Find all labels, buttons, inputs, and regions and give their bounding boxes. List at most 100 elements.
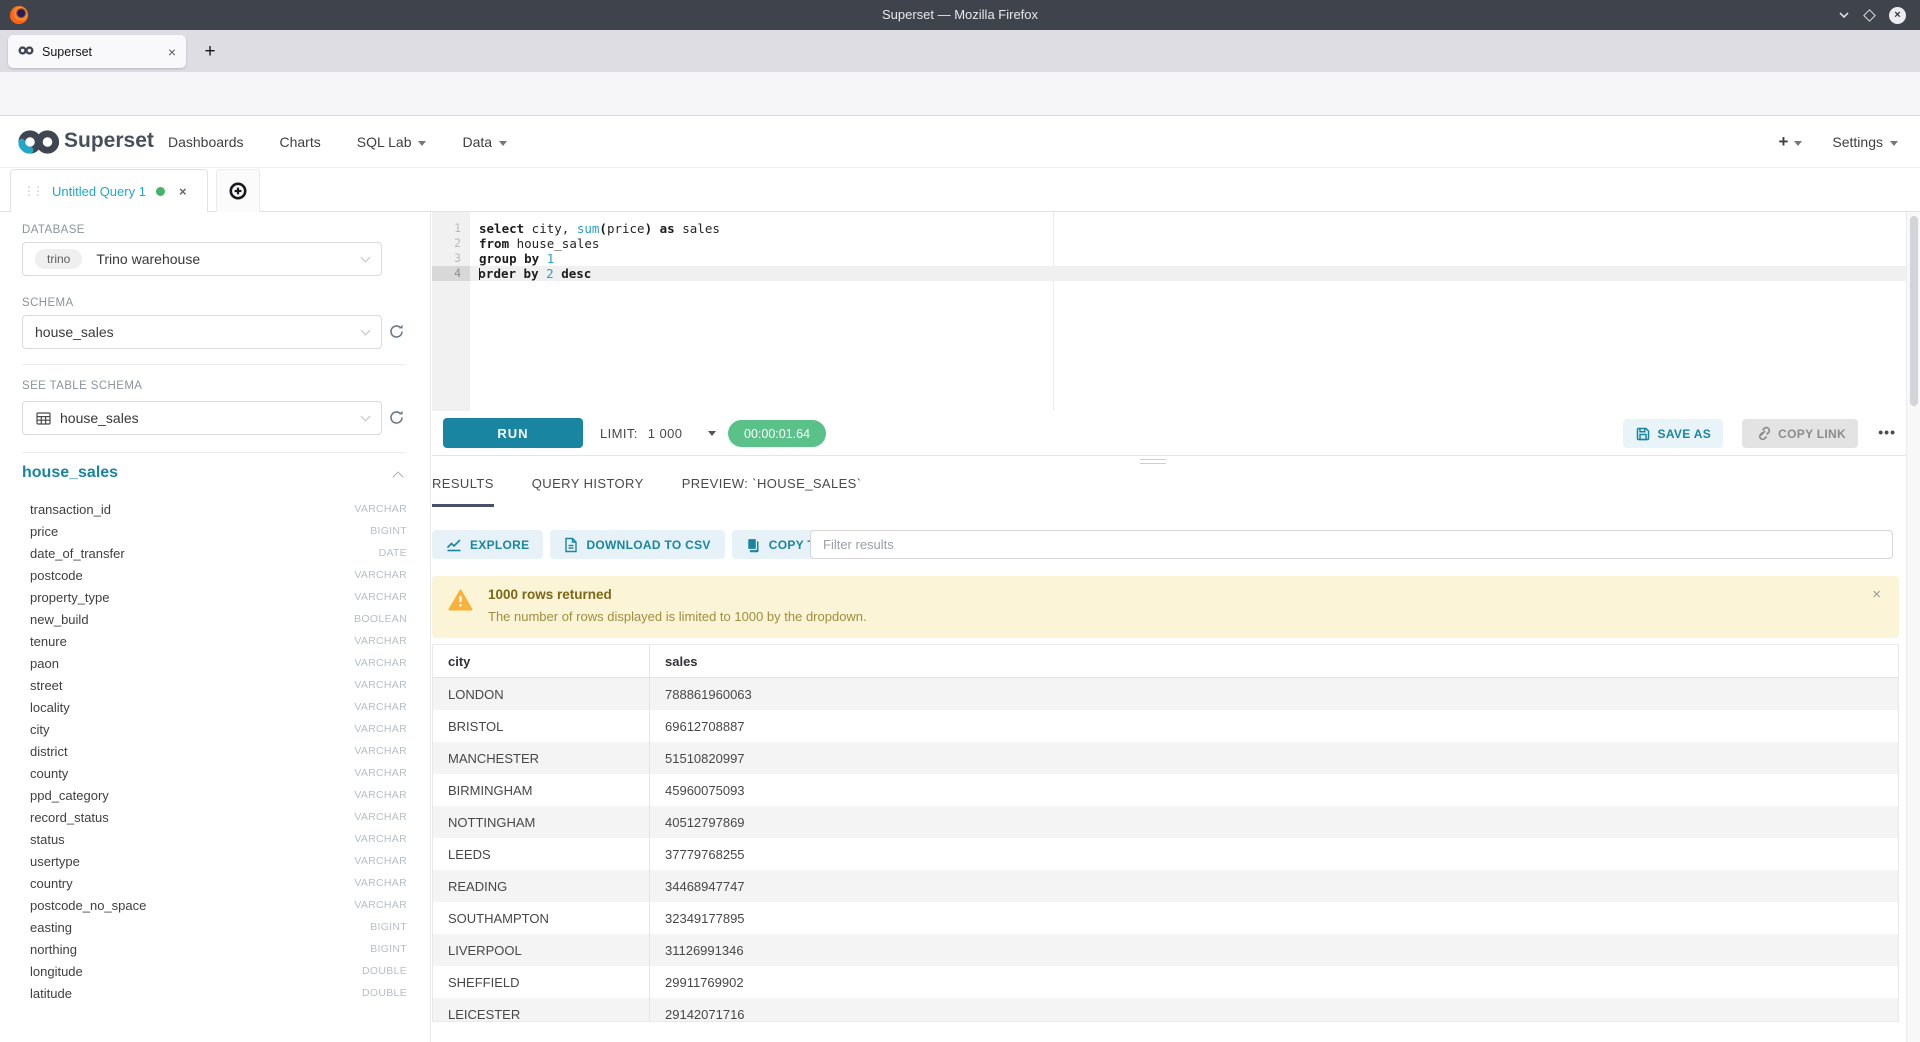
column-type: DATE — [379, 547, 407, 559]
cell-city: BIRMINGHAM — [433, 774, 650, 806]
schema-sidebar: DATABASE trino Trino warehouse SCHEMA ho… — [0, 212, 431, 1042]
table-column-row: district VARCHAR — [22, 740, 407, 762]
scrollbar-thumb[interactable] — [1910, 216, 1918, 406]
table-column-row: northing BIGINT — [22, 938, 407, 960]
query-tab-close-icon[interactable]: × — [179, 184, 187, 199]
table-column-row: usertype VARCHAR — [22, 850, 407, 872]
column-type: BOOLEAN — [354, 613, 407, 625]
download-csv-button[interactable]: DOWNLOAD TO CSV — [550, 530, 724, 559]
col-header-sales[interactable]: sales — [650, 645, 1898, 677]
schema-select[interactable]: house_sales — [22, 315, 382, 349]
chevron-down-icon — [361, 325, 371, 335]
database-select[interactable]: trino Trino warehouse — [22, 242, 382, 276]
column-type: VARCHAR — [354, 569, 407, 581]
filter-results-input[interactable] — [810, 530, 1893, 559]
table-column-row: locality VARCHAR — [22, 696, 407, 718]
chevron-up-icon[interactable] — [392, 471, 403, 482]
screen: Superset — Mozilla Firefox × Superset × … — [0, 0, 1920, 1042]
tab-close-icon[interactable]: × — [168, 44, 176, 60]
banner-close-icon[interactable]: × — [1872, 586, 1881, 603]
settings-menu[interactable]: Settings — [1832, 134, 1898, 150]
browser-tab[interactable]: Superset × — [8, 35, 186, 68]
query-tab[interactable]: ⋮⋮ Untitled Query 1 × — [10, 169, 208, 212]
column-name: paon — [22, 656, 354, 671]
caret-down-icon — [499, 141, 507, 146]
page-scrollbar[interactable] — [1906, 212, 1920, 1042]
nav-item[interactable]: Dashboards — [168, 134, 244, 150]
cell-city: LIVERPOOL — [433, 934, 650, 966]
chevron-down-icon — [361, 252, 371, 262]
superset-favicon-icon — [18, 43, 34, 61]
superset-navbar: Superset Dashboards Charts SQL Lab — [0, 116, 1920, 168]
run-button[interactable]: RUN — [443, 418, 583, 448]
save-icon — [1635, 426, 1651, 442]
table-column-row: record_status VARCHAR — [22, 806, 407, 828]
cell-sales: 34468947747 — [650, 870, 1898, 902]
table-column-row: ppd_category VARCHAR — [22, 784, 407, 806]
minimize-icon[interactable] — [1838, 6, 1850, 24]
clipboard-icon — [746, 537, 761, 553]
column-name: price — [22, 524, 370, 539]
query-tabbar: ⋮⋮ Untitled Query 1 × — [0, 168, 1920, 212]
column-name: easting — [22, 920, 370, 935]
query-timer-badge: 00:00:01.64 — [728, 420, 826, 447]
results-pane: RESULTS QUERY HISTORY PREVIEW: `HOUSE_SA… — [432, 456, 1920, 1042]
database-type-badge: trino — [35, 249, 82, 269]
table-select[interactable]: house_sales — [22, 401, 382, 435]
column-name: transaction_id — [22, 502, 354, 517]
results-tab[interactable]: QUERY HISTORY — [532, 476, 644, 507]
column-type: VARCHAR — [354, 877, 407, 889]
table-column-row: transaction_id VARCHAR — [22, 498, 407, 520]
nav-item[interactable]: Charts — [280, 134, 321, 150]
file-icon — [564, 537, 578, 553]
window-title: Superset — Mozilla Firefox — [0, 7, 1920, 22]
new-tab-button[interactable]: + — [196, 38, 224, 66]
new-query-tab-button[interactable] — [216, 169, 260, 212]
window-controls: × — [1838, 0, 1906, 30]
table-row: MANCHESTER 51510820997 — [433, 742, 1898, 774]
column-name: ppd_category — [22, 788, 354, 803]
pane-drag-handle[interactable] — [1140, 459, 1166, 464]
results-table-header: city sales — [433, 645, 1898, 678]
column-name: latitude — [22, 986, 362, 1001]
results-tab[interactable]: RESULTS — [432, 476, 494, 507]
editor-line: 1 select city, sum(price) as sales — [432, 221, 1920, 236]
caret-down-icon — [418, 141, 426, 146]
column-name: locality — [22, 700, 354, 715]
column-name: city — [22, 722, 354, 737]
refresh-table-icon[interactable] — [388, 409, 406, 427]
results-tab[interactable]: PREVIEW: `HOUSE_SALES` — [682, 476, 862, 507]
nav-item[interactable]: SQL Lab — [357, 134, 427, 150]
table-column-row: longitude DOUBLE — [22, 960, 407, 982]
table-row: SOUTHAMPTON 32349177895 — [433, 902, 1898, 934]
column-type: BIGINT — [370, 525, 407, 537]
explore-button[interactable]: EXPLORE — [432, 530, 543, 559]
copy-link-button[interactable]: COPY LINK — [1742, 419, 1858, 448]
cell-sales: 51510820997 — [650, 742, 1898, 774]
save-as-button[interactable]: SAVE AS — [1623, 419, 1723, 448]
chevron-down-icon — [361, 411, 371, 421]
table-row: LEEDS 37779768255 — [433, 838, 1898, 870]
column-name: country — [22, 876, 354, 891]
close-window-icon[interactable]: × — [1889, 7, 1906, 24]
col-header-city[interactable]: city — [433, 645, 650, 677]
sql-editor[interactable]: 1 select city, sum(price) as sales 2 fro… — [432, 212, 1920, 411]
results-tabbar: RESULTS QUERY HISTORY PREVIEW: `HOUSE_SA… — [432, 476, 861, 507]
column-type: VARCHAR — [354, 679, 407, 691]
cell-sales: 69612708887 — [650, 710, 1898, 742]
add-new-button[interactable]: + — [1778, 132, 1802, 152]
limit-dropdown[interactable]: LIMIT: 1 000 — [600, 411, 716, 456]
column-type: VARCHAR — [354, 855, 407, 867]
cell-sales: 29142071716 — [650, 998, 1898, 1022]
column-type: BIGINT — [370, 943, 407, 955]
editor-line: 3 group by 1 — [432, 251, 1920, 266]
more-menu-icon[interactable]: ••• — [1878, 424, 1896, 440]
refresh-schema-icon[interactable] — [388, 323, 406, 341]
drag-dots-icon[interactable]: ⋮⋮ — [23, 184, 41, 198]
column-name: district — [22, 744, 354, 759]
maximize-icon[interactable] — [1863, 9, 1876, 22]
column-type: VARCHAR — [354, 635, 407, 647]
warning-title: 1000 rows returned — [488, 587, 612, 602]
nav-item[interactable]: Data — [462, 134, 507, 150]
table-column-row: price BIGINT — [22, 520, 407, 542]
